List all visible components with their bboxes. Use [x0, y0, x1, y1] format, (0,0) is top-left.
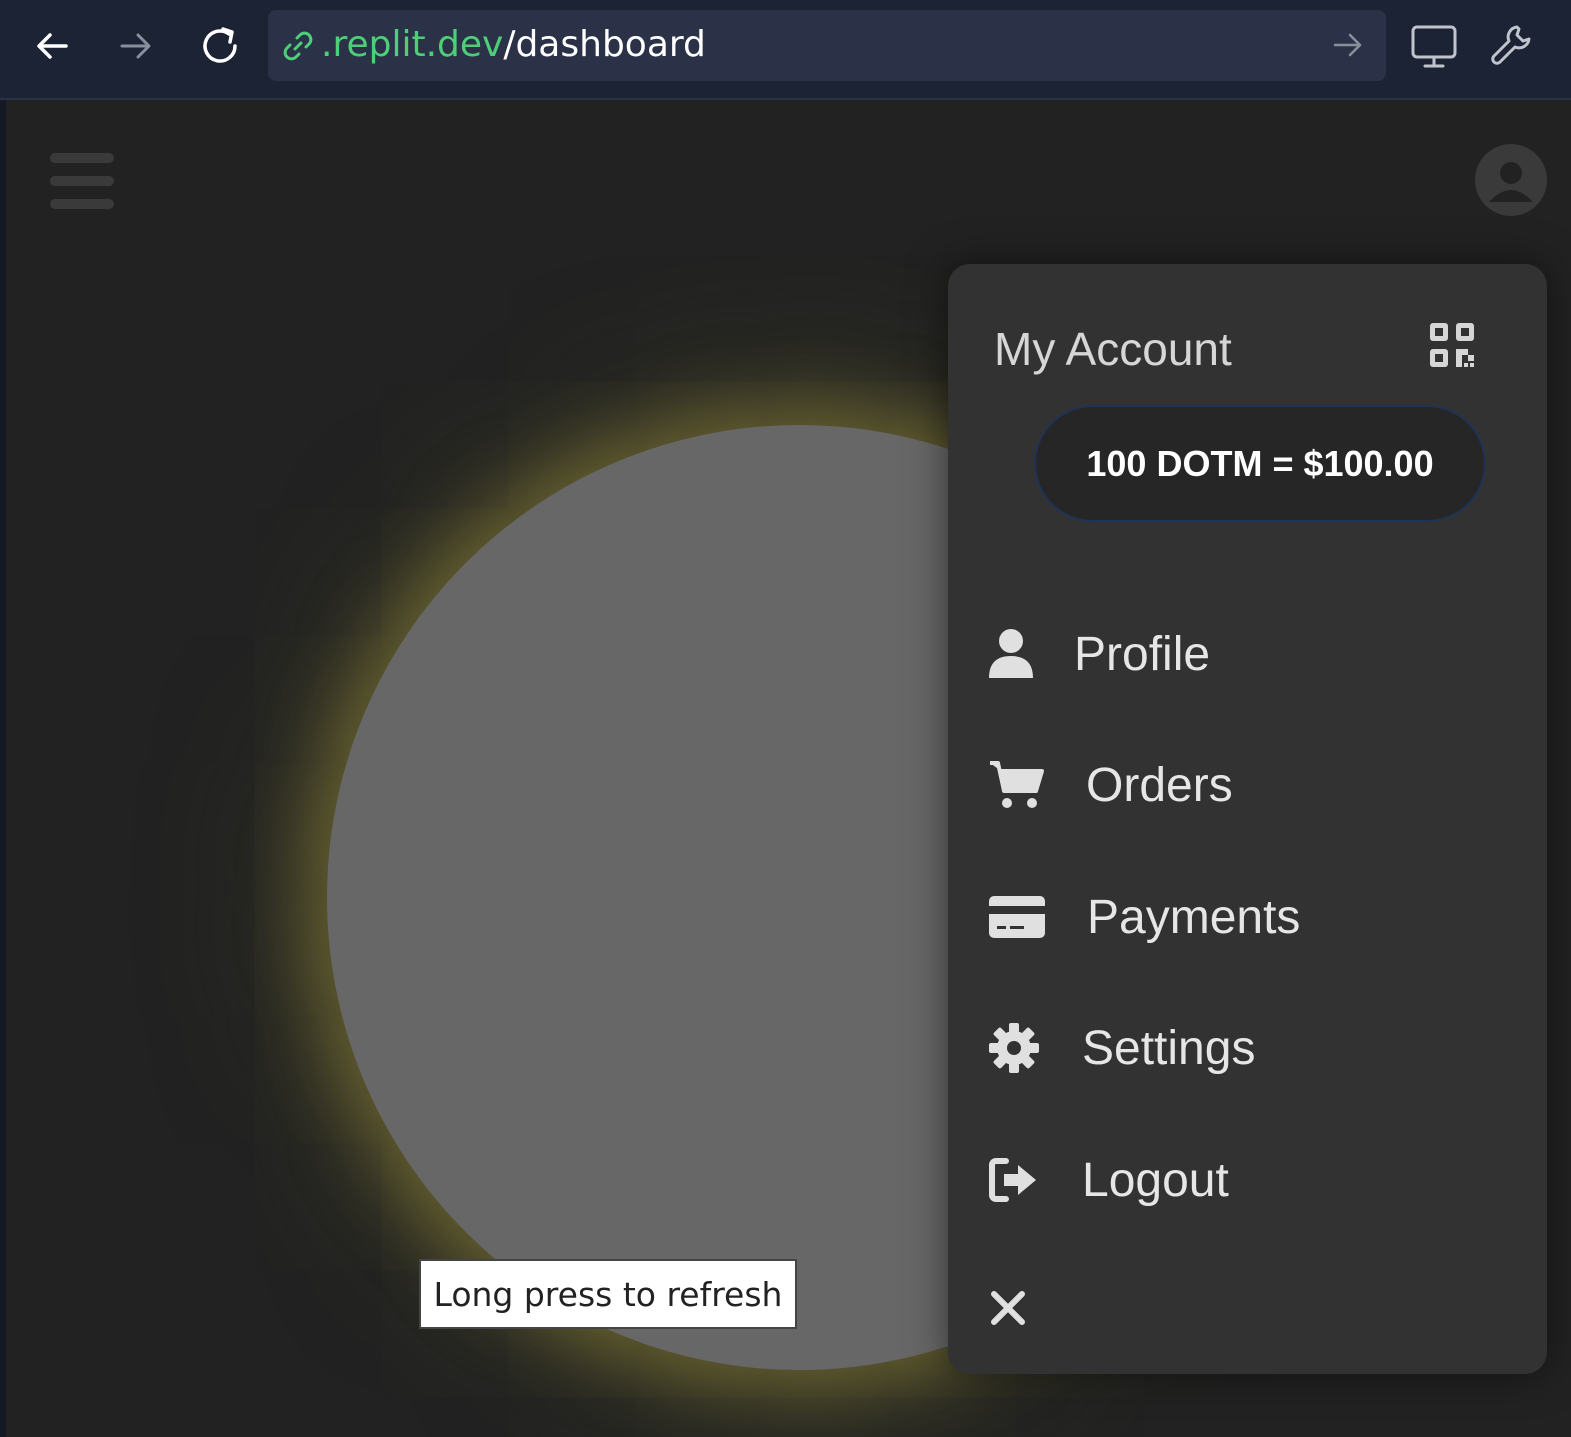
menu-title: My Account [994, 323, 1232, 375]
menu-item-label: Profile [1074, 627, 1211, 681]
url-host: .replit.dev [321, 24, 504, 65]
desktop-view-button[interactable] [1406, 18, 1462, 74]
wrench-icon [1491, 25, 1531, 65]
menu-item-label: Settings [1082, 1021, 1256, 1075]
logout-icon [988, 1148, 1052, 1212]
close-icon[interactable] [988, 1288, 1028, 1328]
forward-button[interactable] [106, 16, 166, 76]
user-icon [1489, 162, 1533, 202]
browser-toolbar: .replit.dev/dashboard [0, 0, 1571, 100]
menu-item-label: Payments [1087, 890, 1301, 944]
menu-item-payments[interactable]: Payments [988, 877, 1508, 957]
hamburger-line [50, 153, 114, 163]
hamburger-line [50, 199, 114, 209]
menu-item-settings[interactable]: Settings [988, 1008, 1508, 1088]
user-icon [988, 622, 1052, 686]
arrow-right-icon[interactable] [1330, 27, 1366, 63]
avatar-button[interactable] [1475, 144, 1547, 216]
refresh-tooltip: Long press to refresh [419, 1259, 797, 1329]
menu-item-orders[interactable]: Orders [988, 745, 1508, 825]
menu-item-profile[interactable]: Profile [988, 614, 1508, 694]
gear-icon [988, 1016, 1052, 1080]
hamburger-menu-button[interactable] [50, 153, 114, 209]
qr-code-icon[interactable] [1428, 321, 1476, 369]
reload-button[interactable] [190, 16, 250, 76]
monitor-icon [1411, 25, 1457, 68]
back-button[interactable] [22, 16, 82, 76]
balance-badge[interactable]: 100 DOTM = $100.00 [1034, 405, 1486, 522]
url-path: /dashboard [503, 24, 706, 65]
menu-item-logout[interactable]: Logout [988, 1140, 1508, 1220]
credit-card-icon [988, 885, 1052, 949]
arrow-right-icon [120, 33, 151, 59]
url-text[interactable]: .replit.dev/dashboard [321, 23, 706, 67]
app-viewport: Long press to refresh My Account 100 DOT… [6, 100, 1571, 1437]
devtools-button[interactable] [1484, 18, 1540, 74]
menu-item-label: Orders [1086, 758, 1233, 812]
menu-item-label: Logout [1082, 1153, 1229, 1207]
reload-icon [203, 27, 237, 63]
hamburger-line [50, 176, 114, 186]
account-menu: My Account 100 DOTM = $100.00 Profile Or… [948, 264, 1547, 1374]
arrow-left-icon [37, 33, 68, 59]
cart-icon [988, 753, 1052, 817]
address-bar[interactable]: .replit.dev/dashboard [268, 10, 1386, 81]
link-icon [283, 31, 313, 61]
